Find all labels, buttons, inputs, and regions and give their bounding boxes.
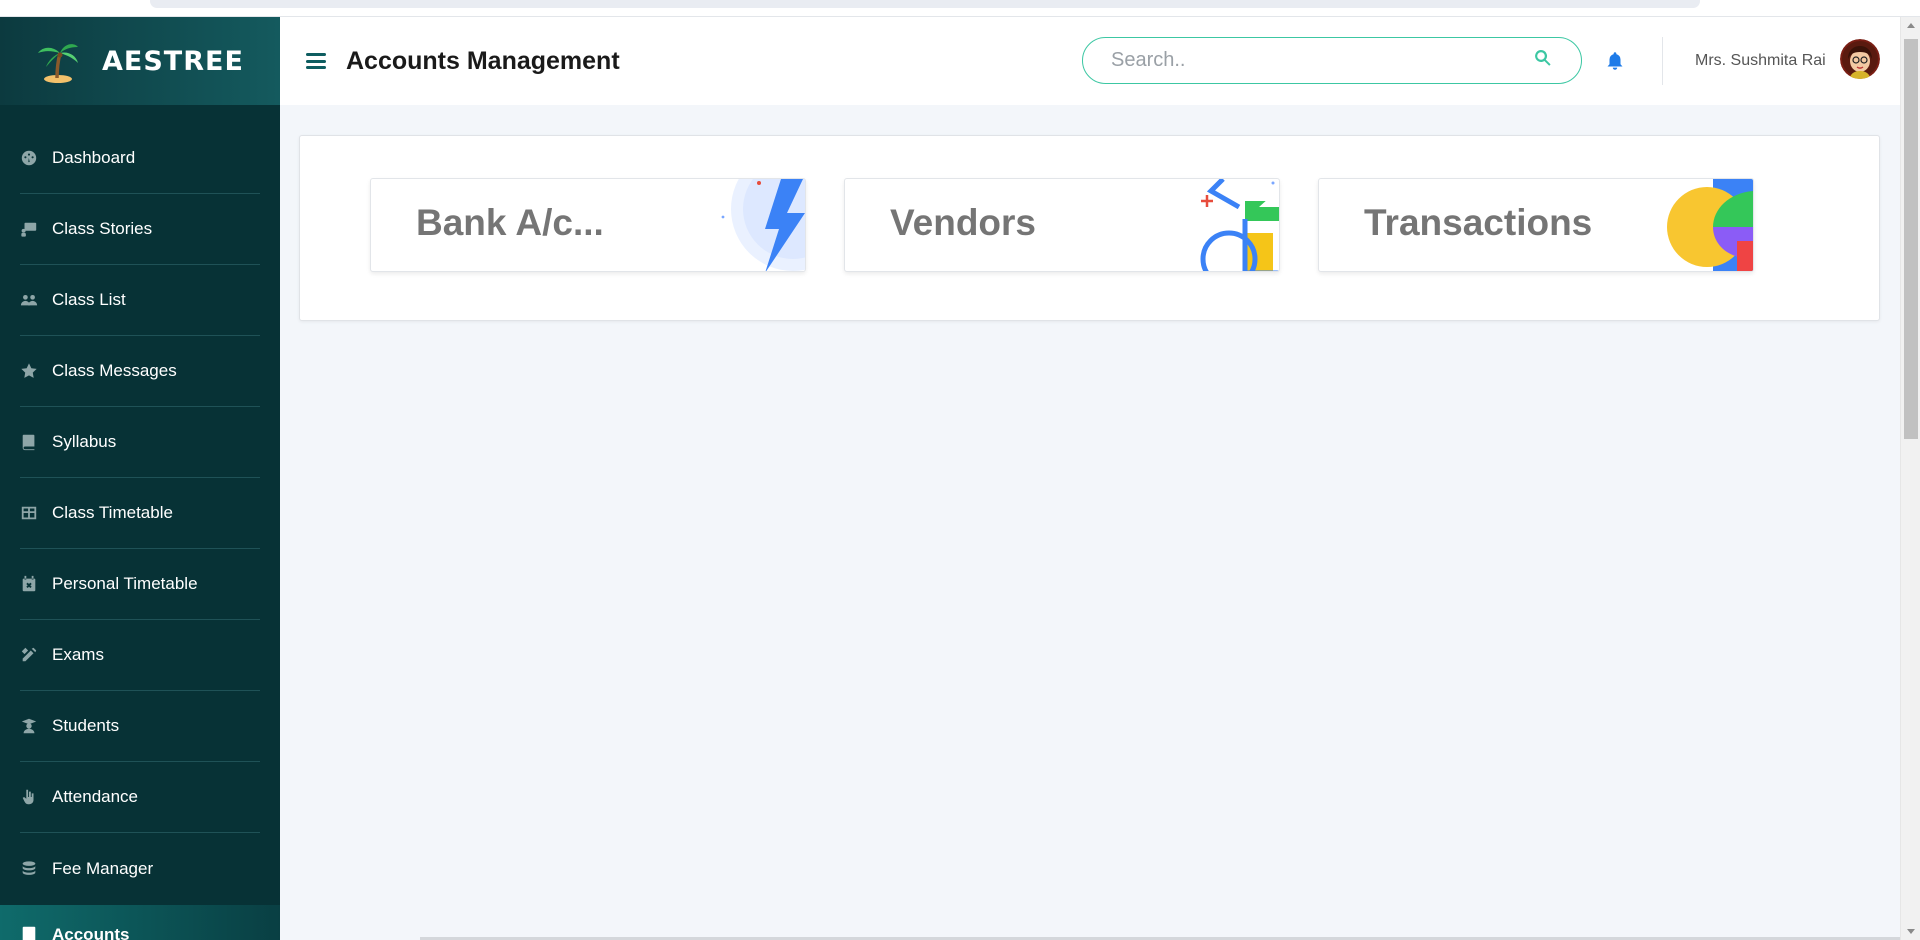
ledger-icon [20, 925, 38, 940]
sidebar-item-label: Class List [52, 290, 126, 309]
calendar-icon [20, 575, 38, 593]
notification-bell-icon[interactable] [1604, 50, 1626, 72]
brand-header[interactable]: AESTREE [0, 17, 280, 105]
top-header: Accounts Management Mrs. Sushmita Rai [280, 17, 1900, 105]
browser-address-pill [150, 0, 1700, 8]
sidebar-item-students[interactable]: Students [20, 691, 260, 762]
hand-icon [20, 788, 38, 806]
sidebar-item-label: Class Messages [52, 361, 177, 380]
coins-icon [20, 860, 38, 878]
sidebar-item-attendance[interactable]: Attendance [20, 762, 260, 833]
tile-vendors[interactable]: Vendors [844, 178, 1280, 272]
accounts-panel: Bank A/c... Vendors Transactions [299, 135, 1880, 321]
hamburger-menu-icon[interactable] [306, 53, 326, 69]
sidebar-item-label: Personal Timetable [52, 574, 198, 593]
search-box [1082, 37, 1582, 84]
chalkboard-icon [20, 220, 38, 238]
sidebar-item-label: Class Stories [52, 219, 153, 238]
avatar[interactable] [1840, 39, 1880, 79]
scroll-up-arrow-icon[interactable] [1907, 23, 1915, 28]
browser-top-strip [0, 0, 1920, 17]
sidebar-item-dashboard[interactable]: Dashboard [20, 123, 260, 194]
scroll-thumb[interactable] [1904, 39, 1918, 439]
search-input[interactable] [1111, 49, 1533, 72]
sidebar-item-syllabus[interactable]: Syllabus [20, 407, 260, 478]
sidebar-item-label: Dashboard [52, 148, 136, 167]
bicycle-shapes-icon [1200, 179, 1279, 271]
brand-name: AESTREE [102, 45, 244, 77]
sidebar-item-label: Class Timetable [52, 503, 173, 522]
sidebar-item-exams[interactable]: Exams [20, 620, 260, 691]
sidebar-item-personal-timetable[interactable]: Personal Timetable [20, 549, 260, 620]
table-icon [20, 504, 38, 522]
lightning-bolt-icon [721, 179, 805, 271]
star-icon [20, 362, 38, 380]
sidebar-item-label: Syllabus [52, 432, 117, 451]
sidebar-item-class-stories[interactable]: Class Stories [20, 194, 260, 265]
sidebar-item-label: Accounts [52, 925, 130, 940]
sidebar-item-label: Attendance [52, 787, 139, 806]
tile-label: Bank A/c... [416, 202, 604, 243]
sidebar-item-class-timetable[interactable]: Class Timetable [20, 478, 260, 549]
users-icon [20, 291, 38, 309]
search-icon[interactable] [1533, 48, 1553, 73]
sidebar-item-fee-manager[interactable]: Fee Manager [20, 833, 260, 904]
book-icon [20, 433, 38, 451]
tile-transactions[interactable]: Transactions [1318, 178, 1754, 272]
sidebar-item-label: Fee Manager [52, 858, 154, 878]
dashboard-icon [20, 149, 38, 167]
page-scrollbar[interactable] [1900, 17, 1920, 940]
tile-label: Vendors [890, 202, 1036, 243]
sidebar: AESTREE Dashboard Class Stories Class Li… [0, 17, 280, 940]
sidebar-item-label: Exams [52, 645, 104, 664]
sidebar-item-accounts[interactable]: Accounts [0, 905, 280, 940]
page-title: Accounts Management [346, 46, 620, 75]
tile-label: Transactions [1364, 202, 1593, 243]
scroll-down-arrow-icon[interactable] [1907, 929, 1915, 934]
sidebar-item-class-messages[interactable]: Class Messages [20, 336, 260, 407]
pencil-ruler-icon [20, 646, 38, 664]
header-divider [1662, 37, 1663, 85]
abstract-shapes-icon [1667, 179, 1753, 271]
sidebar-menu: Dashboard Class Stories Class List Class… [0, 105, 280, 904]
student-icon [20, 717, 38, 735]
user-name[interactable]: Mrs. Sushmita Rai [1695, 52, 1826, 70]
tile-bank-accounts[interactable]: Bank A/c... [370, 178, 806, 272]
sidebar-item-label: Students [52, 716, 120, 735]
sidebar-item-class-list[interactable]: Class List [20, 265, 260, 336]
palm-tree-logo-icon [38, 44, 78, 83]
